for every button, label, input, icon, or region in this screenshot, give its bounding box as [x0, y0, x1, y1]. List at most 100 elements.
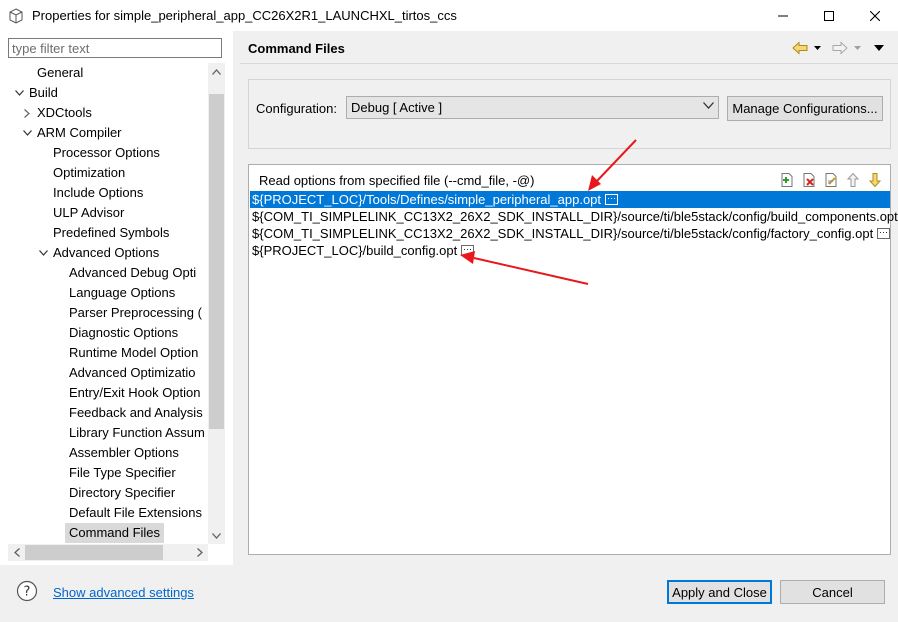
scroll-down-icon[interactable] — [208, 527, 225, 544]
maximize-icon — [824, 10, 834, 21]
configuration-label: Configuration: — [256, 101, 337, 116]
tree-item-label: XDCtools — [37, 105, 92, 120]
content-pane: Command Files Configuration: Debug [ Act… — [240, 31, 898, 565]
tree-item-label: Default File Extensions — [69, 505, 202, 520]
forward-arrow-icon[interactable] — [832, 41, 848, 55]
tree-item-parser-preprocessing[interactable]: Parser Preprocessing ( — [69, 303, 202, 323]
forward-menu-icon[interactable] — [854, 46, 861, 50]
apply-and-close-button[interactable]: Apply and Close — [667, 580, 772, 604]
svg-text:?: ? — [24, 585, 31, 600]
page-navigation — [792, 39, 892, 59]
tree-item-advanced-options[interactable]: Advanced Options — [38, 243, 160, 263]
help-icon[interactable]: ? — [16, 580, 38, 602]
command-file-path: ${PROJECT_LOC}/build_config.opt — [252, 243, 458, 258]
tree-item-label: Advanced Options — [53, 245, 160, 260]
browse-icon[interactable] — [605, 194, 619, 206]
tree-item-library-function-assum[interactable]: Library Function Assum — [69, 423, 205, 443]
tree-item-feedback-and-analysis[interactable]: Feedback and Analysis — [69, 403, 203, 423]
title-bar: Properties for simple_peripheral_app_CC2… — [0, 0, 898, 31]
tree-item-directory-specifier[interactable]: Directory Specifier — [69, 483, 175, 503]
hscroll-thumb[interactable] — [25, 545, 163, 560]
add-file-icon[interactable] — [779, 172, 795, 188]
tree-item-arm-compiler[interactable]: ARM Compiler — [22, 123, 122, 143]
tree-item-advanced-optimizatio[interactable]: Advanced Optimizatio — [69, 363, 195, 383]
command-files-label: Read options from specified file (--cmd_… — [259, 173, 535, 188]
tree-vertical-scrollbar[interactable] — [208, 63, 225, 544]
back-menu-icon[interactable] — [814, 46, 821, 50]
command-file-path: ${COM_TI_SIMPLELINK_CC13X2_26X2_SDK_INST… — [252, 209, 898, 224]
chevron-down-icon[interactable] — [21, 123, 33, 143]
tree-item-language-options[interactable]: Language Options — [69, 283, 175, 303]
tree-item-label: Assembler Options — [69, 445, 179, 460]
tree-item-assembler-options[interactable]: Assembler Options — [69, 443, 179, 463]
tree-item-label: Advanced Debug Opti — [69, 265, 197, 280]
view-menu-icon[interactable] — [874, 45, 884, 51]
manage-configurations-button[interactable]: Manage Configurations... — [727, 96, 883, 121]
filter-input[interactable] — [8, 38, 222, 58]
tree-item-file-type-specifier[interactable]: File Type Specifier — [69, 463, 176, 483]
show-advanced-settings-link[interactable]: Show advanced settings — [53, 585, 194, 600]
tree-item-default-file-extensions[interactable]: Default File Extensions — [69, 503, 202, 523]
tree-horizontal-scrollbar[interactable] — [8, 544, 208, 561]
tree-item-advanced-debug-opti[interactable]: Advanced Debug Opti — [69, 263, 196, 283]
page-title: Command Files — [248, 41, 345, 56]
tree-item-predefined-symbols[interactable]: Predefined Symbols — [53, 223, 169, 243]
tree-item-label: Parser Preprocessing ( — [69, 305, 202, 320]
header-divider — [240, 63, 898, 64]
command-files-list[interactable]: ${PROJECT_LOC}/Tools/Defines/simple_peri… — [250, 191, 898, 259]
tree-item-label: Optimization — [53, 165, 126, 180]
scroll-right-icon[interactable] — [191, 544, 208, 561]
command-file-row[interactable]: ${COM_TI_SIMPLELINK_CC13X2_26X2_SDK_INST… — [250, 225, 891, 242]
app-icon — [9, 8, 23, 24]
chevron-right-icon[interactable] — [21, 103, 33, 123]
tree-item-label: ULP Advisor — [53, 205, 125, 220]
tree-item-runtime-model-option[interactable]: Runtime Model Option — [69, 343, 198, 363]
tree-item-label: ARM Compiler — [37, 125, 122, 140]
command-file-row[interactable]: ${PROJECT_LOC}/build_config.opt — [250, 242, 890, 259]
close-icon — [870, 10, 880, 21]
scroll-up-icon[interactable] — [208, 63, 225, 80]
chevron-down-icon[interactable] — [37, 243, 49, 263]
move-down-icon[interactable] — [867, 172, 883, 188]
tree-item-label: Processor Options — [53, 145, 160, 160]
back-arrow-icon[interactable] — [792, 41, 808, 55]
pane-divider[interactable] — [233, 31, 240, 565]
tree-item-build[interactable]: Build — [14, 83, 58, 103]
minimize-icon — [778, 15, 788, 16]
minimize-button[interactable] — [760, 0, 806, 31]
tree-item-diagnostic-options[interactable]: Diagnostic Options — [69, 323, 178, 343]
tree-item-label: Advanced Optimizatio — [69, 365, 196, 380]
tree-item-label: Predefined Symbols — [53, 225, 170, 240]
configuration-select[interactable]: Debug [ Active ] — [346, 96, 719, 119]
chevron-down-icon — [703, 102, 714, 109]
tree-item-label: Runtime Model Option — [69, 345, 199, 360]
edit-icon[interactable] — [823, 172, 839, 188]
command-file-row[interactable]: ${COM_TI_SIMPLELINK_CC13X2_26X2_SDK_INST… — [250, 208, 898, 225]
browse-icon[interactable] — [461, 245, 475, 257]
scroll-thumb[interactable] — [209, 94, 224, 429]
tree-item-optimization[interactable]: Optimization — [53, 163, 125, 183]
maximize-button[interactable] — [806, 0, 852, 31]
command-file-row[interactable]: ${PROJECT_LOC}/Tools/Defines/simple_peri… — [250, 191, 890, 208]
navigation-pane: General Build XDCtools ARM Compiler Processo… — [0, 31, 233, 565]
move-up-icon[interactable] — [845, 172, 861, 188]
tree-item-general[interactable]: General — [37, 63, 83, 83]
tree-item-xdctools[interactable]: XDCtools — [24, 103, 92, 123]
tree-item-entry-exit-hook-option[interactable]: Entry/Exit Hook Option — [69, 383, 201, 403]
tree-item-ulp-advisor[interactable]: ULP Advisor — [53, 203, 124, 223]
browse-icon[interactable] — [877, 228, 891, 240]
tree-item-processor-options[interactable]: Processor Options — [53, 143, 160, 163]
close-button[interactable] — [852, 0, 898, 31]
tree-item-include-options[interactable]: Include Options — [53, 183, 143, 203]
tree-item-label: File Type Specifier — [69, 465, 176, 480]
configuration-value: Debug [ Active ] — [351, 100, 443, 115]
command-file-path: ${PROJECT_LOC}/Tools/Defines/simple_peri… — [252, 192, 602, 207]
tree-item-command-files[interactable]: Command Files — [65, 523, 165, 543]
cancel-button[interactable]: Cancel — [780, 580, 885, 604]
tree-item-label: Diagnostic Options — [69, 325, 179, 340]
scroll-left-icon[interactable] — [8, 544, 25, 561]
chevron-down-icon[interactable] — [13, 83, 25, 103]
tree-item-label: General — [37, 65, 84, 80]
delete-icon[interactable] — [801, 172, 817, 188]
command-file-path: ${COM_TI_SIMPLELINK_CC13X2_26X2_SDK_INST… — [252, 226, 874, 241]
